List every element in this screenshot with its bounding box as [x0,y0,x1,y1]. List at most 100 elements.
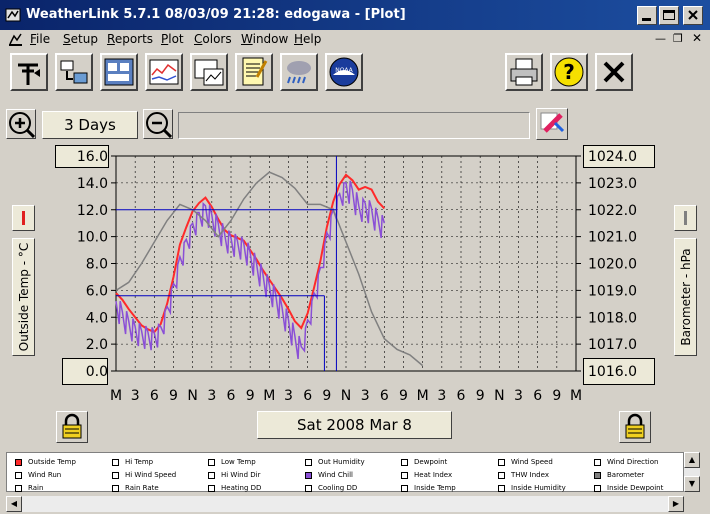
checkbox-icon[interactable] [401,484,408,492]
checkbox-checked-icon[interactable] [305,471,312,479]
legend-item[interactable]: Out Humidity [305,458,365,466]
legend-scrollbar[interactable]: ▲ ▼ [684,452,700,492]
left-tick-label: 6.0 [86,283,108,299]
legend-item[interactable]: Rain [15,484,43,492]
right-tick-label: 1024.0 [588,149,637,165]
checkbox-icon[interactable] [112,458,119,466]
legend-label: Inside Temp [414,484,456,492]
legend-item[interactable]: Barometer [594,471,644,479]
exit-button[interactable] [595,53,633,91]
legend-item[interactable]: Inside Humidity [498,484,566,492]
checkbox-icon[interactable] [401,458,408,466]
document-icon [9,33,22,46]
checkbox-icon[interactable] [112,471,119,479]
menu-window[interactable]: Window [241,32,288,46]
print-button[interactable] [505,53,543,91]
right-tick-label: 1019.0 [588,283,637,299]
legend-item[interactable]: Inside Dewpoint [594,484,663,492]
menu-file[interactable]: File [30,32,50,46]
legend-label: Wind Speed [511,458,553,466]
legend-label: THW Index [511,471,549,479]
mdi-restore-icon[interactable]: ❐ [673,32,683,45]
horizontal-scrollbar[interactable]: ◀ ▶ [0,494,710,514]
right-lock-button[interactable] [619,411,651,443]
noaa-logo-button[interactable]: NOAA [325,53,363,91]
checkbox-checked-icon[interactable] [594,471,601,479]
info-field [178,112,530,139]
legend-item[interactable]: Heat Index [401,471,452,479]
close-window-button[interactable] [683,6,703,25]
plot-button[interactable] [190,53,228,91]
x-tick-label: M [417,388,429,404]
legend-item[interactable]: Hi Wind Dir [208,471,260,479]
scroll-track[interactable] [22,496,668,512]
mdi-close-icon[interactable]: ✕ [692,31,702,45]
menu-help[interactable]: Help [294,32,321,46]
station-button[interactable] [10,53,48,91]
legend-item[interactable]: Outside Temp [15,458,76,466]
date-button[interactable]: Sat 2008 Mar 8 [257,411,452,439]
checkbox-icon[interactable] [112,484,119,492]
legend-label: Hi Wind Speed [125,471,177,479]
checkbox-icon[interactable] [208,484,215,492]
left-tick-label: 0.0 [86,364,108,380]
zoom-in-button[interactable] [6,109,36,139]
checkbox-icon[interactable] [401,471,408,479]
legend-item[interactable]: THW Index [498,471,549,479]
legend-item[interactable]: Inside Temp [401,484,456,492]
legend-item[interactable]: Wind Run [15,471,61,479]
checkbox-icon[interactable] [594,484,601,492]
legend-item[interactable]: Hi Wind Speed [112,471,176,479]
scroll-up-icon[interactable]: ▲ [684,452,700,468]
checkbox-icon[interactable] [594,458,601,466]
legend-item[interactable]: Wind Chill [305,471,353,479]
checkbox-icon[interactable] [498,471,505,479]
scroll-down-icon[interactable]: ▼ [684,476,700,492]
mdi-minimize-icon[interactable]: — [655,32,666,45]
checkbox-icon[interactable] [498,484,505,492]
scroll-right-icon[interactable]: ▶ [668,496,684,512]
x-tick-label: 9 [246,388,255,404]
legend-item[interactable]: Heating DD [208,484,261,492]
legend-label: Hi Temp [125,458,154,466]
checkbox-icon[interactable] [208,471,215,479]
checkbox-icon[interactable] [305,458,312,466]
menu-reports[interactable]: Reports [107,32,153,46]
maximize-button[interactable] [659,6,679,25]
left-lock-button[interactable] [56,411,88,443]
series-legend: Outside Temp Hi Temp Low Temp Out Humidity D… [6,452,684,492]
legend-item[interactable]: Wind Direction [594,458,658,466]
x-tick-label: 9 [399,388,408,404]
scroll-left-icon[interactable]: ◀ [6,496,22,512]
title-bar[interactable]: WeatherLink 5.7.1 08/03/09 21:28: edogaw… [0,0,710,30]
right-tick-label: 1022.0 [588,203,637,219]
minimize-button[interactable] [637,6,657,25]
noaa-report-button[interactable] [235,53,273,91]
download-button[interactable] [55,53,93,91]
span-button[interactable]: 3 Days [42,111,138,139]
lock-icon [62,413,82,439]
menu-plot[interactable]: Plot [161,32,184,46]
weather-alarm-button[interactable] [280,53,318,91]
legend-item[interactable]: Wind Speed [498,458,553,466]
legend-item[interactable]: Dewpoint [401,458,447,466]
checkbox-icon[interactable] [208,458,215,466]
bulletin-button[interactable] [100,53,138,91]
checkbox-icon[interactable] [305,484,312,492]
x-tick-label: 3 [514,388,523,404]
color-picker-button[interactable] [536,108,568,140]
zoom-out-button[interactable] [143,109,173,139]
legend-item[interactable]: Low Temp [208,458,256,466]
checkbox-checked-icon[interactable] [15,458,22,466]
plot-area[interactable]: 16.0 14.0 12.0 10.0 8.0 6.0 4.0 2.0 0.0 1024.0 102… [0,140,710,405]
legend-item[interactable]: Rain Rate [112,484,159,492]
help-button[interactable]: ? [550,53,588,91]
checkbox-icon[interactable] [498,458,505,466]
strip-chart-button[interactable] [145,53,183,91]
checkbox-icon[interactable] [15,471,22,479]
menu-setup[interactable]: Setup [63,32,98,46]
checkbox-icon[interactable] [15,484,22,492]
legend-item[interactable]: Cooling DD [305,484,357,492]
menu-colors[interactable]: Colors [194,32,232,46]
legend-item[interactable]: Hi Temp [112,458,153,466]
